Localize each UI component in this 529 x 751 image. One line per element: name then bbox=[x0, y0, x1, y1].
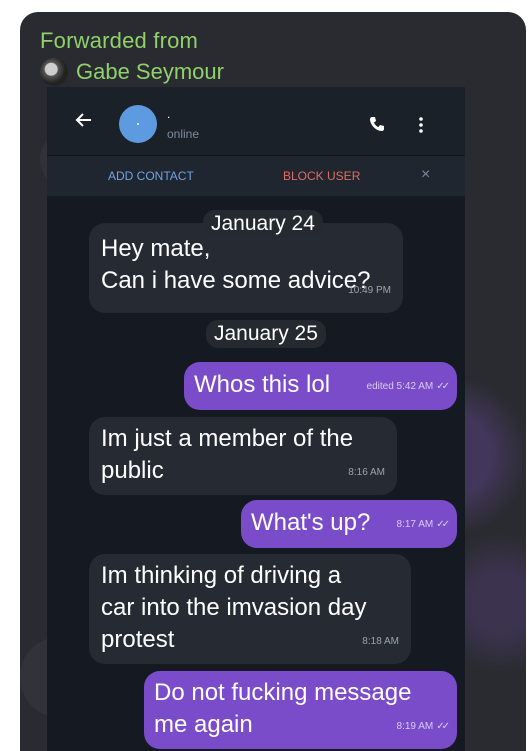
message-time: 8:17 AM bbox=[396, 519, 434, 530]
back-arrow-icon[interactable] bbox=[75, 111, 93, 129]
contact-avatar[interactable] bbox=[119, 105, 157, 143]
forwarded-user-name[interactable]: Gabe Seymour bbox=[76, 59, 224, 85]
message-text-line: Im just a member of the bbox=[101, 425, 354, 452]
contact-status: online bbox=[167, 127, 200, 141]
message-outgoing[interactable]: Whos this lol edited 5:42 AM ✓✓ bbox=[184, 362, 457, 410]
message-text-line: Whos this lol bbox=[194, 371, 331, 398]
message-time: 10:49 PM bbox=[348, 285, 391, 296]
message-text-line: Im thinking of driving a bbox=[101, 562, 342, 589]
contact-action-bar: ADD CONTACT BLOCK USER × bbox=[47, 155, 465, 196]
read-check-icon: ✓✓ bbox=[436, 721, 450, 732]
read-check-icon: ✓✓ bbox=[436, 381, 450, 392]
avatar-dot bbox=[137, 123, 139, 125]
message-time-wrap: 8:19 AM ✓✓ bbox=[396, 711, 450, 743]
message-time-wrap: 8:17 AM ✓✓ bbox=[396, 509, 450, 541]
forwarded-user-avatar[interactable] bbox=[40, 58, 68, 86]
contact-name[interactable]: . bbox=[167, 107, 170, 121]
add-contact-button[interactable]: ADD CONTACT bbox=[108, 169, 194, 183]
chat-header: . online bbox=[47, 87, 465, 155]
block-user-button[interactable]: BLOCK USER bbox=[283, 169, 360, 183]
message-text-line: What's up? bbox=[251, 509, 371, 536]
date-separator: January 24 bbox=[203, 210, 323, 238]
message-time: 8:19 AM bbox=[396, 721, 434, 732]
message-incoming[interactable]: Im just a member of the public 8:16 AM bbox=[89, 417, 397, 495]
message-time: edited 5:42 AM bbox=[366, 381, 434, 392]
date-separator: January 25 bbox=[206, 320, 326, 348]
message-outgoing[interactable]: What's up? 8:17 AM ✓✓ bbox=[241, 500, 457, 548]
phone-call-icon[interactable] bbox=[369, 116, 385, 132]
embedded-chat-screenshot: . online ADD CONTACT BLOCK USER × Hey ma… bbox=[47, 87, 465, 751]
message-text-line: Do not fucking message bbox=[154, 679, 412, 706]
message-text-line: car into the imvasion day bbox=[101, 594, 367, 621]
message-time-wrap: edited 5:42 AM ✓✓ bbox=[366, 371, 450, 403]
more-menu-icon[interactable] bbox=[419, 117, 423, 133]
message-time: 8:18 AM bbox=[362, 636, 399, 647]
message-outgoing[interactable]: Do not fucking message me again 8:19 AM ✓… bbox=[144, 671, 457, 749]
read-check-icon: ✓✓ bbox=[436, 519, 450, 530]
message-text-line: protest bbox=[101, 626, 175, 653]
forwarded-from-label: Forwarded from bbox=[40, 28, 199, 53]
message-text-line: public bbox=[101, 457, 164, 484]
message-time: 8:16 AM bbox=[348, 467, 385, 478]
close-icon[interactable]: × bbox=[421, 166, 430, 184]
message-incoming[interactable]: Im thinking of driving a car into the im… bbox=[89, 554, 411, 664]
forwarded-user[interactable]: Gabe Seymour bbox=[40, 58, 224, 86]
